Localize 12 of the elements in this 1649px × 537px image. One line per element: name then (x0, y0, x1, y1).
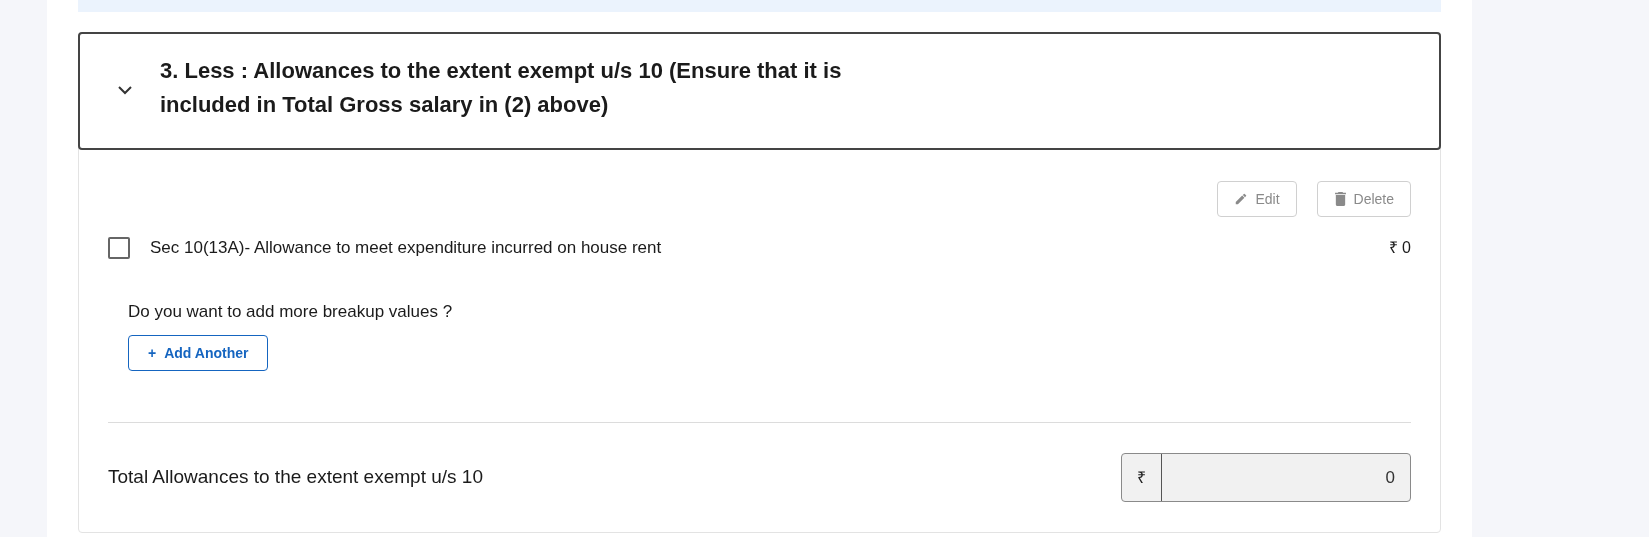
trash-icon (1333, 192, 1347, 206)
pencil-icon (1234, 192, 1249, 206)
total-label: Total Allowances to the extent exempt u/s 10 (108, 465, 483, 490)
breakup-question: Do you want to add more breakup values ? (128, 301, 454, 323)
checkbox[interactable] (108, 237, 130, 259)
chevron-icon (118, 86, 132, 95)
add-another-button[interactable]: + Add Another (128, 335, 269, 371)
section-title: 3. Less : Allowances to the extent exempt u/s 10 (Ensure that it is included in Total Gross salary in (2) above) (160, 57, 843, 119)
section-header[interactable]: 3. Less : Allowances to the extent exempt u/s 10 (Ensure that it is included in Total Gross salary in (2) above) (78, 32, 1441, 150)
allowance-label: Sec 10(13A)- Allowance to meet expenditure incurred on house rent (150, 237, 662, 260)
allowance-amount: ₹ 0 (1388, 238, 1411, 258)
total-field: ₹ 0 (1121, 453, 1411, 502)
